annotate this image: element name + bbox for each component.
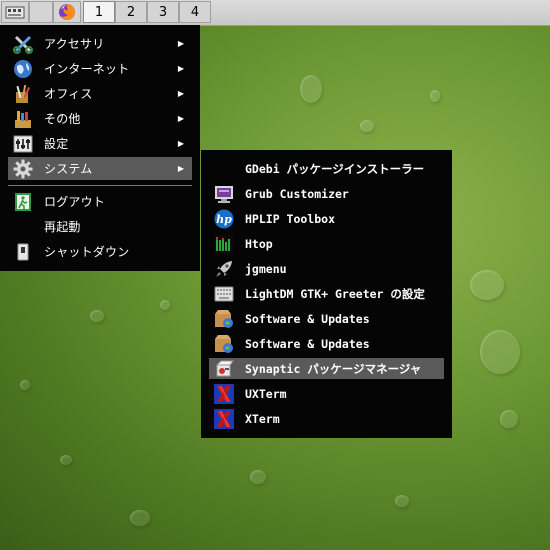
other-icon	[12, 108, 34, 130]
menu-item-accessories[interactable]: アクセサリ ▶	[8, 32, 192, 55]
shutdown-icon	[12, 241, 34, 263]
menu-item-label: インターネット	[44, 62, 130, 76]
submenu-item-label: Software & Updates	[245, 311, 370, 326]
submenu-item-gdebi[interactable]: GDebi パッケージインストーラー	[209, 158, 444, 179]
submenu-arrow-icon: ▶	[177, 64, 184, 73]
top-panel: 1 2 3 4	[0, 0, 550, 26]
submenu-arrow-icon: ▶	[177, 139, 184, 148]
accessories-icon	[12, 33, 34, 55]
submenu-item-software-updates[interactable]: Software & Updates	[209, 333, 444, 354]
menu-separator	[8, 185, 192, 186]
application-menu: アクセサリ ▶ インターネット ▶ オフィス ▶ その他 ▶ 設定 ▶ システム	[0, 25, 200, 271]
settings-icon	[12, 133, 34, 155]
synaptic-icon	[213, 358, 235, 380]
firefox-icon	[59, 4, 75, 20]
internet-globe-icon	[12, 58, 34, 80]
submenu-item-jgmenu[interactable]: jgmenu	[209, 258, 444, 279]
submenu-item-label: Grub Customizer	[245, 186, 349, 201]
keyboard-icon	[213, 283, 235, 305]
workspace-1-button[interactable]: 1	[83, 1, 115, 23]
system-gear-icon	[12, 158, 34, 180]
menu-item-label: 設定	[44, 137, 69, 151]
workspace-label: 1	[94, 4, 104, 20]
x-terminal-icon	[213, 383, 235, 405]
submenu-item-grub-customizer[interactable]: Grub Customizer	[209, 183, 444, 204]
submenu-item-label: HPLIP Toolbox	[245, 211, 336, 226]
menu-item-label: 再起動	[44, 220, 81, 234]
menu-launcher-button[interactable]	[1, 1, 29, 23]
system-submenu: GDebi パッケージインストーラー Grub Customizer hp HP…	[201, 150, 452, 438]
gdebi-icon	[213, 158, 235, 180]
x-terminal-icon	[213, 408, 235, 430]
submenu-arrow-icon: ▶	[177, 114, 184, 123]
office-icon	[12, 83, 34, 105]
firefox-launcher[interactable]	[53, 1, 81, 23]
workspace-label: 2	[126, 4, 136, 20]
menu-item-shutdown[interactable]: シャットダウン	[8, 240, 192, 263]
menu-item-label: オフィス	[44, 87, 93, 101]
menu-item-other[interactable]: その他 ▶	[8, 107, 192, 130]
monitor-icon	[213, 183, 235, 205]
htop-icon	[213, 233, 235, 255]
menu-item-reboot[interactable]: 再起動	[8, 215, 192, 238]
submenu-item-lightdm-greeter-settings[interactable]: LightDM GTK+ Greeter の設定	[209, 283, 444, 304]
svg-text:hp: hp	[216, 213, 232, 226]
menu-item-label: ログアウト	[44, 195, 106, 209]
menu-item-internet[interactable]: インターネット ▶	[8, 57, 192, 80]
app-menu-icon	[5, 6, 25, 19]
menu-item-office[interactable]: オフィス ▶	[8, 82, 192, 105]
menu-item-settings[interactable]: 設定 ▶	[8, 132, 192, 155]
submenu-item-label: UXTerm	[245, 386, 287, 401]
submenu-item-label: XTerm	[245, 411, 280, 426]
software-updates-icon	[213, 333, 235, 355]
menu-item-label: シャットダウン	[44, 245, 130, 259]
submenu-item-label: LightDM GTK+ Greeter の設定	[245, 286, 425, 301]
submenu-item-synaptic[interactable]: Synaptic パッケージマネージャ	[209, 358, 444, 379]
workspace-3-button[interactable]: 3	[147, 1, 179, 23]
workspace-label: 4	[190, 4, 200, 20]
workspace-label: 3	[158, 4, 168, 20]
menu-item-label: アクセサリ	[44, 37, 105, 51]
submenu-item-hplip-toolbox[interactable]: hp HPLIP Toolbox	[209, 208, 444, 229]
submenu-item-software-updates[interactable]: Software & Updates	[209, 308, 444, 329]
submenu-arrow-icon: ▶	[177, 39, 184, 48]
workspace-2-button[interactable]: 2	[115, 1, 147, 23]
show-desktop-button[interactable]	[29, 1, 53, 23]
menu-item-logout[interactable]: ログアウト	[8, 190, 192, 213]
submenu-item-label: Synaptic パッケージマネージャ	[245, 361, 422, 376]
submenu-item-htop[interactable]: Htop	[209, 233, 444, 254]
submenu-item-xterm[interactable]: XTerm	[209, 408, 444, 429]
submenu-item-uxterm[interactable]: UXTerm	[209, 383, 444, 404]
menu-item-system[interactable]: システム ▶	[8, 157, 192, 180]
workspace-4-button[interactable]: 4	[179, 1, 211, 23]
submenu-arrow-icon: ▶	[177, 89, 184, 98]
menu-item-label: システム	[44, 162, 93, 176]
logout-icon	[12, 191, 34, 213]
submenu-item-label: GDebi パッケージインストーラー	[245, 161, 425, 176]
submenu-arrow-icon: ▶	[177, 164, 184, 173]
software-updates-icon	[213, 308, 235, 330]
menu-item-label: その他	[44, 112, 81, 126]
submenu-item-label: jgmenu	[245, 261, 287, 276]
submenu-item-label: Htop	[245, 236, 273, 251]
hp-icon: hp	[213, 208, 235, 230]
rocket-icon	[213, 258, 235, 280]
submenu-item-label: Software & Updates	[245, 336, 370, 351]
